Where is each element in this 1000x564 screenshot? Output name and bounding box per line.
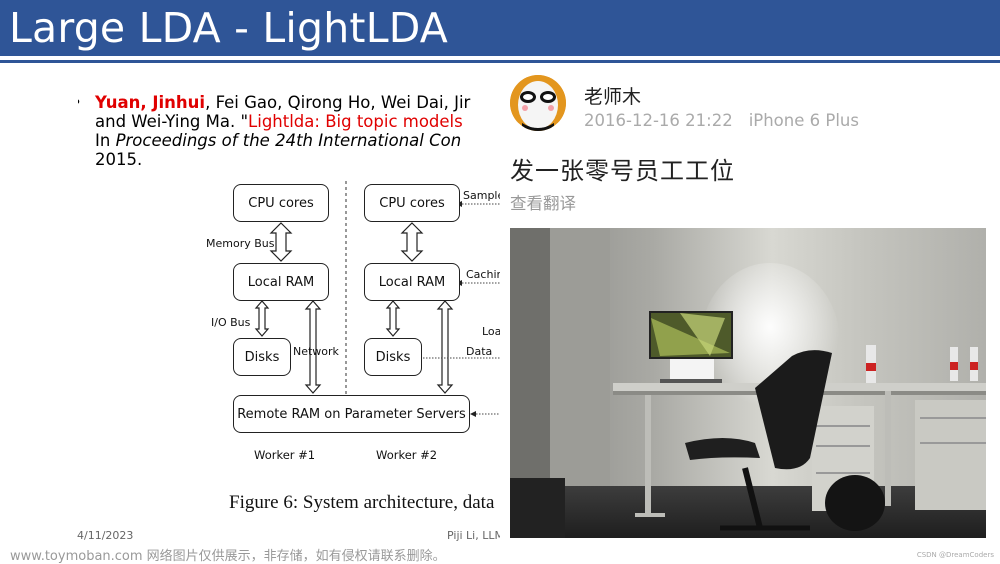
post-text: 发一张零号员工工位 <box>510 157 735 185</box>
author-highlight: Yuan, Jinhui <box>95 93 206 112</box>
network-arrow-2 <box>436 300 454 394</box>
disks-box-2: Disks <box>364 338 422 376</box>
citation-line-2: and Wei-Ying Ma. "Lightlda: Big topic mo… <box>78 112 508 131</box>
data-label: Data <box>466 345 493 358</box>
load-label: Loa <box>482 325 502 338</box>
io-bus-arrow-2 <box>385 300 401 337</box>
social-post-card: 老师木 2016-12-16 21:22 iPhone 6 Plus 发一张零号员… <box>500 65 1000 543</box>
local-ram-box-2: Local RAM <box>364 263 460 301</box>
post-meta: 2016-12-16 21:22 iPhone 6 Plus <box>584 111 859 130</box>
io-bus-arrow-1 <box>254 300 270 337</box>
header-divider <box>0 60 1000 63</box>
network-label: Network <box>293 345 339 358</box>
bullet-icon: • <box>78 93 82 112</box>
caching-label: Cachin <box>466 268 504 281</box>
slide-title: Large LDA - LightLDA <box>9 4 449 52</box>
slide-header: Large LDA - LightLDA <box>0 0 1000 56</box>
disks-box-1: Disks <box>233 338 291 376</box>
paper-title-link[interactable]: Lightlda: Big topic models <box>248 112 463 131</box>
avatar[interactable] <box>510 75 566 131</box>
csdn-credit: CSDN @DreamCoders <box>916 551 994 559</box>
architecture-diagram: CPU cores CPU cores Local RAM Local RAM … <box>200 175 510 475</box>
local-ram-box-1: Local RAM <box>233 263 329 301</box>
panda-avatar-icon <box>510 75 566 131</box>
io-bus-label: I/O Bus <box>211 316 251 329</box>
citation: • Yuan, Jinhui, Fei Gao, Qirong Ho, Wei … <box>78 93 508 169</box>
venue: Proceedings of the 24th International Co… <box>115 131 462 150</box>
sample-label: Sample <box>463 189 505 202</box>
post-username[interactable]: 老师木 <box>584 82 641 109</box>
line2-prefix: and Wei-Ying Ma. " <box>95 112 249 131</box>
footer-date: 4/11/2023 <box>77 529 134 542</box>
watermark-text: www.toymoban.com 网络图片仅供展示，非存储，如有侵权请联系删除。 <box>10 549 446 564</box>
authors-rest: , Fei Gao, Qirong Ho, Wei Dai, Jir <box>205 93 471 112</box>
line3-prefix: In <box>95 131 116 150</box>
figure-caption: Figure 6: System architecture, data <box>229 492 495 513</box>
office-photo-illustration <box>510 228 986 538</box>
memory-bus-arrow-2 <box>400 222 424 262</box>
citation-line-1: Yuan, Jinhui, Fei Gao, Qirong Ho, Wei Da… <box>78 93 508 112</box>
remote-arrowhead <box>470 411 476 417</box>
memory-bus-label: Memory Bus <box>206 237 275 250</box>
citation-line-3: In Proceedings of the 24th International… <box>78 131 508 150</box>
worker-1-label: Worker #1 <box>254 448 316 462</box>
worker-2-label: Worker #2 <box>376 448 438 462</box>
translate-link[interactable]: 查看翻译 <box>510 190 576 214</box>
cpu-cores-box-1: CPU cores <box>233 184 329 222</box>
remote-ram-box: Remote RAM on Parameter Servers <box>233 395 470 433</box>
post-photo[interactable] <box>510 228 986 538</box>
cpu-cores-box-2: CPU cores <box>364 184 460 222</box>
citation-year: 2015. <box>95 150 143 169</box>
footer-author: Piji Li, LLM <box>447 529 504 542</box>
post-device: iPhone 6 Plus <box>748 111 859 130</box>
post-timestamp: 2016-12-16 21:22 <box>584 111 733 130</box>
